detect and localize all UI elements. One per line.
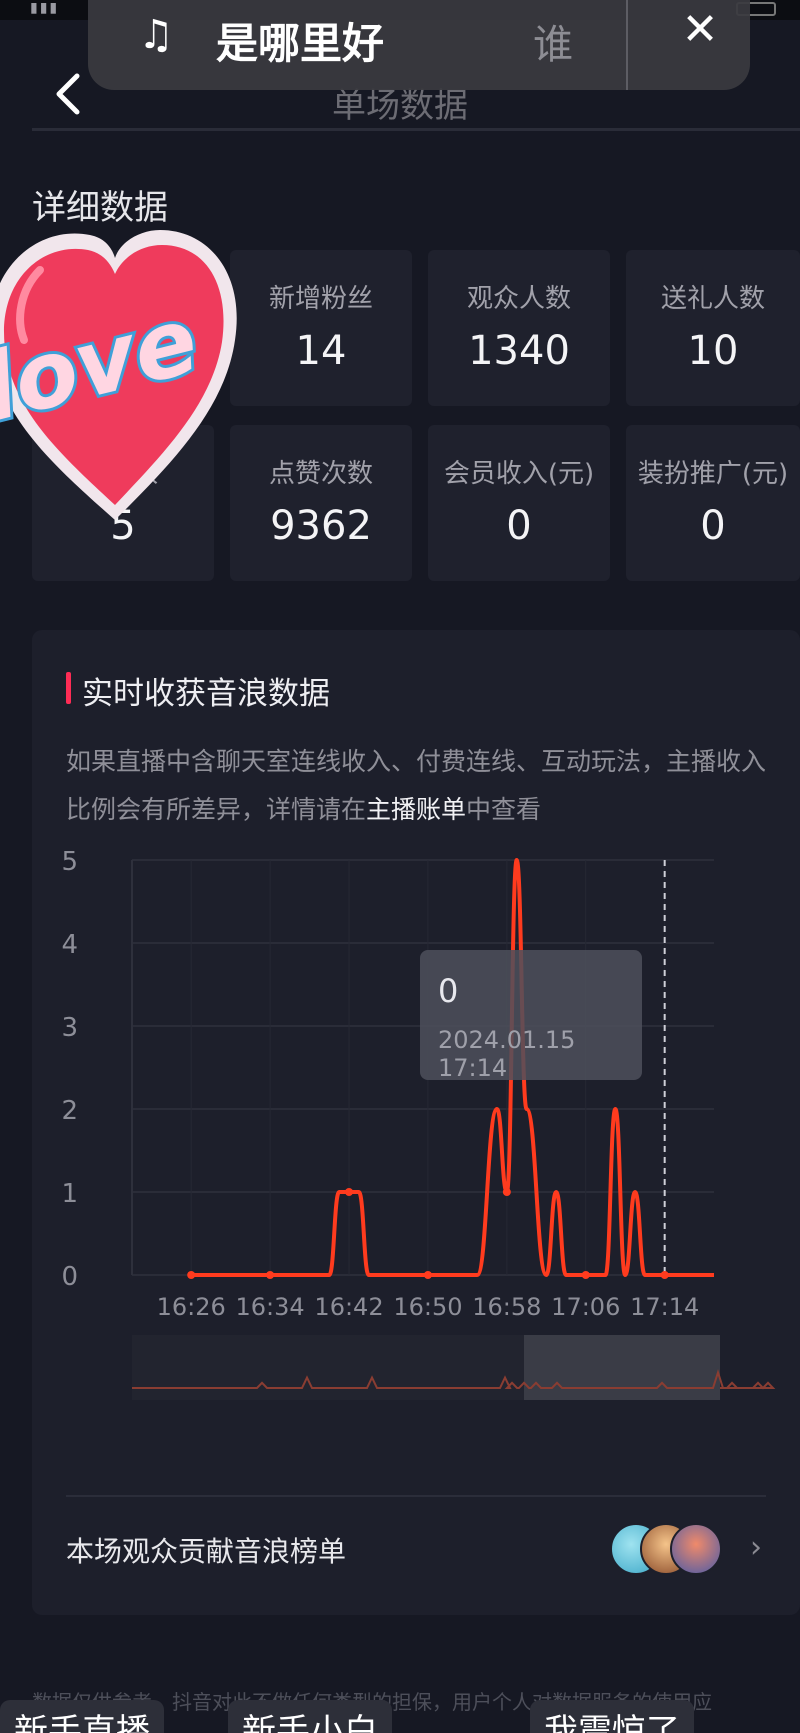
data-point xyxy=(581,1271,590,1279)
x-tick-label: 17:06 xyxy=(551,1293,620,1321)
tooltip-time: 2024.01.15 17:14 xyxy=(438,1026,576,1082)
y-tick-label: 4 xyxy=(62,930,78,960)
x-tick-label: 16:58 xyxy=(472,1293,541,1321)
card-description: 如果直播中含聊天室连线收入、付费连线、互动玩法，主播收入比例会有所差异，详情请在… xyxy=(66,738,766,834)
stat-card-likes: 点赞次数 9362 xyxy=(230,425,412,581)
stat-value: 14 xyxy=(295,328,347,374)
stat-label: 观众人数 xyxy=(466,284,571,314)
stat-card-new-followers: 新增粉丝 14 xyxy=(230,250,412,406)
stat-label: 送礼人数 xyxy=(660,284,765,314)
y-tick-label: 2 xyxy=(62,1096,78,1126)
avatar xyxy=(670,1523,722,1575)
x-tick-label: 16:26 xyxy=(157,1293,226,1321)
x-tick-label: 16:50 xyxy=(393,1293,462,1321)
desc-text-end: 中查看 xyxy=(466,795,542,824)
data-point xyxy=(423,1271,432,1279)
bottom-tab[interactable]: 新手小白 xyxy=(228,1700,392,1733)
bottom-tab[interactable]: 新手直播 xyxy=(0,1700,164,1733)
anchor-bill-link[interactable]: 主播账单 xyxy=(366,795,466,824)
stat-label: 会员收入(元) xyxy=(443,459,595,489)
data-point xyxy=(187,1271,196,1279)
music-overlay[interactable]: ♫ 是哪里好 谁 ✕ xyxy=(88,0,750,90)
x-tick-label: 16:42 xyxy=(314,1293,383,1321)
rank-label[interactable]: 本场观众贡献音浪榜单 xyxy=(66,1530,346,1570)
music-note-icon: ♫ xyxy=(138,12,174,58)
data-point xyxy=(345,1188,354,1196)
y-tick-label: 0 xyxy=(62,1262,78,1292)
stat-value: 1340 xyxy=(468,328,570,374)
y-tick-label: 1 xyxy=(62,1179,78,1209)
x-tick-label: 16:34 xyxy=(236,1293,305,1321)
stat-card-dressup-promo: 装扮推广(元) 0 xyxy=(626,425,800,581)
stat-label: 点赞次数 xyxy=(268,459,373,489)
stat-value: 0 xyxy=(506,503,532,549)
y-tick-label: 5 xyxy=(62,847,78,877)
love-heart-sticker: love xyxy=(0,230,237,520)
navigator-window xyxy=(524,1335,720,1400)
chart-tooltip: 0 2024.01.15 17:14 xyxy=(420,950,642,1082)
bottom-tab[interactable]: 我震惊了 xyxy=(530,1700,694,1733)
stat-label: 新增粉丝 xyxy=(268,284,373,314)
data-point xyxy=(660,1271,669,1279)
stat-card-member-income: 会员收入(元) 0 xyxy=(428,425,610,581)
stat-value: 10 xyxy=(687,328,739,374)
stat-card-viewers: 观众人数 1340 xyxy=(428,250,610,406)
music-title: 是哪里好 xyxy=(216,19,385,68)
stat-card-gifters: 送礼人数 10 xyxy=(626,250,800,406)
y-tick-label: 3 xyxy=(62,1013,78,1043)
header-divider xyxy=(32,128,800,131)
stat-value: 9362 xyxy=(270,503,372,549)
top-contributor-avatars[interactable] xyxy=(610,1523,722,1577)
x-tick-label: 17:14 xyxy=(630,1293,699,1321)
card-divider xyxy=(66,1495,766,1497)
data-point xyxy=(502,1188,511,1196)
close-icon[interactable]: ✕ xyxy=(660,4,740,64)
chevron-right-icon[interactable]: › xyxy=(750,1530,762,1565)
card-title: 实时收获音浪数据 xyxy=(82,676,330,712)
title-accent-bar xyxy=(66,672,71,704)
tooltip-value: 0 xyxy=(438,972,459,1010)
stat-value: 0 xyxy=(700,503,726,549)
music-title-suffix: 谁 xyxy=(533,22,573,68)
stat-label: 装扮推广(元) xyxy=(637,459,789,489)
data-point xyxy=(266,1271,275,1279)
income-line-chart[interactable]: 0 1 2 3 4 5 16:26 16:34 16:42 16:50 16:58 17:06 17:1… xyxy=(62,830,792,1480)
signal-icon: ▮▮▮ xyxy=(30,0,60,16)
bottom-tabs: 新手直播 新手小白 我震惊了 xyxy=(0,1700,800,1733)
income-card: 实时收获音浪数据 如果直播中含聊天室连线收入、付费连线、互动玩法，主播收入比例会… xyxy=(32,630,800,1615)
music-separator xyxy=(626,0,628,90)
